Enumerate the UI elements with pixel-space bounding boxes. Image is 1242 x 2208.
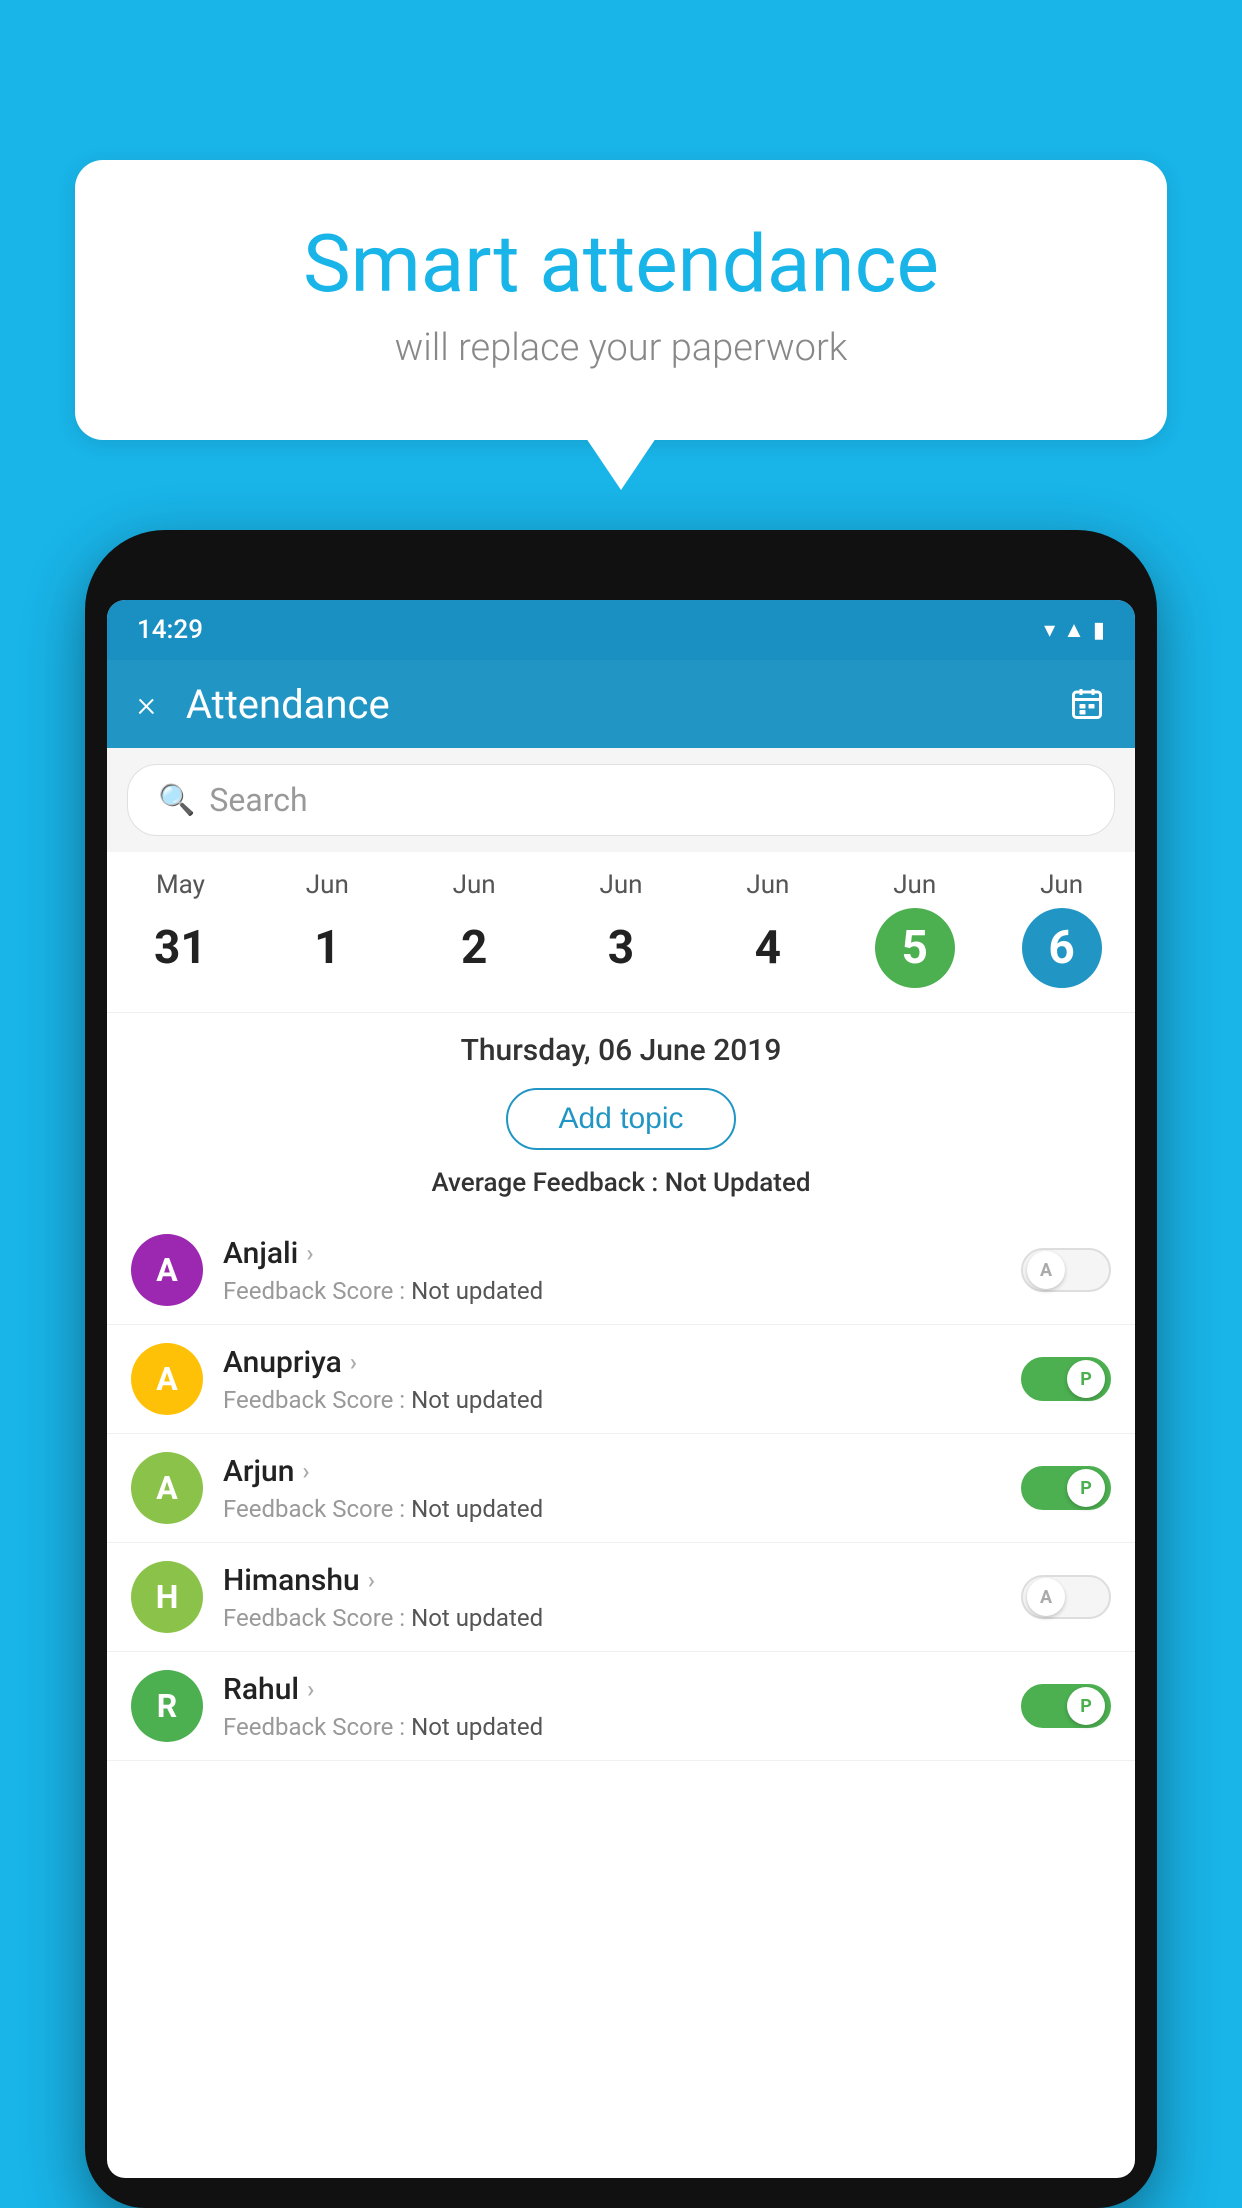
student-info: Himanshu › Feedback Score : Not updated [223, 1563, 1021, 1632]
date-month-label: Jun [453, 870, 496, 900]
avg-feedback-value: Not Updated [665, 1168, 811, 1198]
close-button[interactable]: × [137, 683, 156, 725]
bubble-title: Smart attendance [155, 220, 1087, 308]
attendance-toggle-container[interactable]: P [1021, 1684, 1111, 1728]
date-col[interactable]: Jun 2 [401, 862, 548, 996]
calendar-icon[interactable] [1069, 686, 1105, 722]
student-chevron-icon: › [368, 1566, 375, 1594]
app-title: Attendance [186, 681, 1069, 728]
avg-feedback: Average Feedback : Not Updated [117, 1168, 1125, 1198]
date-month-label: Jun [599, 870, 642, 900]
phone-notch [561, 530, 681, 585]
attendance-toggle-container[interactable]: A [1021, 1575, 1111, 1619]
attendance-toggle[interactable]: P [1021, 1357, 1111, 1401]
student-feedback-score: Feedback Score : Not updated [223, 1386, 1021, 1414]
toggle-knob: P [1067, 1469, 1105, 1507]
student-chevron-icon: › [307, 1675, 314, 1703]
students-list: AAnjali ›Feedback Score : Not updatedAAA… [107, 1216, 1135, 1761]
student-info: Rahul › Feedback Score : Not updated [223, 1672, 1021, 1741]
student-info: Anjali › Feedback Score : Not updated [223, 1236, 1021, 1305]
student-chevron-icon: › [306, 1239, 313, 1267]
toggle-knob: A [1027, 1578, 1065, 1616]
date-day-label: 31 [140, 908, 220, 988]
student-info: Arjun › Feedback Score : Not updated [223, 1454, 1021, 1523]
signal-icon: ▲ [1063, 617, 1085, 643]
avg-feedback-label: Average Feedback : [431, 1168, 658, 1198]
attendance-toggle[interactable]: A [1021, 1248, 1111, 1292]
student-name: Arjun › [223, 1454, 1021, 1489]
toggle-knob: P [1067, 1360, 1105, 1398]
student-chevron-icon: › [302, 1457, 309, 1485]
attendance-toggle-container[interactable]: A [1021, 1248, 1111, 1292]
toggle-knob: P [1067, 1687, 1105, 1725]
attendance-toggle[interactable]: A [1021, 1575, 1111, 1619]
add-topic-button[interactable]: Add topic [506, 1088, 735, 1150]
student-name: Anjali › [223, 1236, 1021, 1271]
date-day-label: 1 [287, 908, 367, 988]
student-avatar: H [131, 1561, 203, 1633]
attendance-toggle[interactable]: P [1021, 1684, 1111, 1728]
date-selector: May 31 Jun 1 Jun 2 Jun 3 Jun 4 Jun 5 Jun 6 [107, 852, 1135, 1012]
status-icons: ▾ ▲ ▮ [1044, 617, 1105, 643]
search-bar[interactable]: 🔍 Search [107, 748, 1135, 852]
date-day-label: 6 [1022, 908, 1102, 988]
speech-bubble-container: Smart attendance will replace your paper… [75, 160, 1167, 440]
student-row[interactable]: AAnjali ›Feedback Score : Not updatedA [107, 1216, 1135, 1325]
date-day-label: 2 [434, 908, 514, 988]
date-month-label: Jun [306, 870, 349, 900]
date-col[interactable]: Jun 4 [694, 862, 841, 996]
student-row[interactable]: R Rahul › Feedback Score : Not updated P [107, 1652, 1135, 1761]
date-month-label: May [156, 870, 205, 900]
date-day-label: 4 [728, 908, 808, 988]
student-chevron-icon: › [350, 1348, 357, 1376]
student-info: Anupriya › Feedback Score : Not updated [223, 1345, 1021, 1414]
date-day-label: 5 [875, 908, 955, 988]
selected-date-text: Thursday, 06 June 2019 [117, 1033, 1125, 1068]
date-col[interactable]: Jun 6 [988, 862, 1135, 996]
student-row[interactable]: A Anupriya › Feedback Score : Not updated P [107, 1325, 1135, 1434]
app-bar: × Attendance [107, 660, 1135, 748]
date-col[interactable]: Jun 5 [841, 862, 988, 996]
student-avatar: A [131, 1234, 203, 1306]
phone-frame: 14:29 ▾ ▲ ▮ × Attendance � [85, 530, 1157, 2208]
phone-screen: 14:29 ▾ ▲ ▮ × Attendance � [107, 600, 1135, 2178]
student-feedback-score: Feedback Score : Not updated [223, 1277, 1021, 1305]
date-col[interactable]: Jun 1 [254, 862, 401, 996]
status-bar: 14:29 ▾ ▲ ▮ [107, 600, 1135, 660]
status-time: 14:29 [137, 615, 203, 645]
student-feedback-score: Feedback Score : Not updated [223, 1495, 1021, 1523]
battery-icon: ▮ [1093, 618, 1105, 643]
date-month-label: Jun [893, 870, 936, 900]
speech-bubble: Smart attendance will replace your paper… [75, 160, 1167, 440]
student-avatar: A [131, 1452, 203, 1524]
date-month-label: Jun [746, 870, 789, 900]
bubble-subtitle: will replace your paperwork [155, 326, 1087, 370]
wifi-icon: ▾ [1044, 618, 1055, 643]
student-name: Himanshu › [223, 1563, 1021, 1598]
student-avatar: R [131, 1670, 203, 1742]
attendance-toggle-container[interactable]: P [1021, 1466, 1111, 1510]
date-col[interactable]: Jun 3 [548, 862, 695, 996]
search-placeholder: Search [209, 781, 307, 819]
toggle-knob: A [1027, 1251, 1065, 1289]
student-row[interactable]: H Himanshu › Feedback Score : Not updatedA [107, 1543, 1135, 1652]
student-row[interactable]: A Arjun › Feedback Score : Not updated P [107, 1434, 1135, 1543]
date-day-label: 3 [581, 908, 661, 988]
date-col[interactable]: May 31 [107, 862, 254, 996]
attendance-toggle-container[interactable]: P [1021, 1357, 1111, 1401]
search-input-container[interactable]: 🔍 Search [127, 764, 1115, 836]
student-feedback-score: Feedback Score : Not updated [223, 1713, 1021, 1741]
student-name: Anupriya › [223, 1345, 1021, 1380]
attendance-toggle[interactable]: P [1021, 1466, 1111, 1510]
student-avatar: A [131, 1343, 203, 1415]
date-month-label: Jun [1040, 870, 1083, 900]
selected-date-info: Thursday, 06 June 2019 Add topic Average… [107, 1012, 1135, 1216]
search-icon: 🔍 [158, 783, 195, 818]
student-feedback-score: Feedback Score : Not updated [223, 1604, 1021, 1632]
student-name: Rahul › [223, 1672, 1021, 1707]
